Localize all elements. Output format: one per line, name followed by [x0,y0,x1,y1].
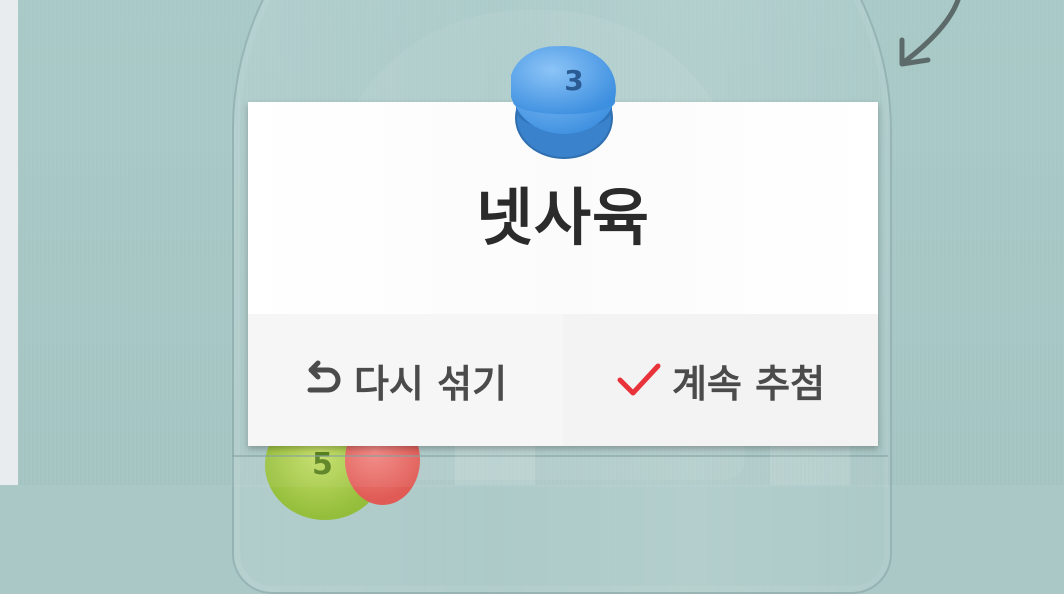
ball-number: 3 [564,64,583,97]
result-text: 넷사육 [475,181,651,254]
left-edge-strip [0,0,18,485]
hint-arrow-icon [899,0,961,67]
undo-icon [304,360,344,400]
dialog-actions: 다시 섞기 계속 추첨 [248,314,878,446]
reshuffle-button[interactable]: 다시 섞기 [248,314,563,446]
continue-draw-label: 계속 추첨 [671,361,826,406]
jar-reflection [770,445,850,485]
number-ball-icon: 3 [511,46,616,159]
reshuffle-label: 다시 섞기 [353,361,508,406]
checkmark-icon [616,360,662,400]
continue-draw-button[interactable]: 계속 추첨 [563,314,878,446]
jar-reflection [455,445,535,485]
